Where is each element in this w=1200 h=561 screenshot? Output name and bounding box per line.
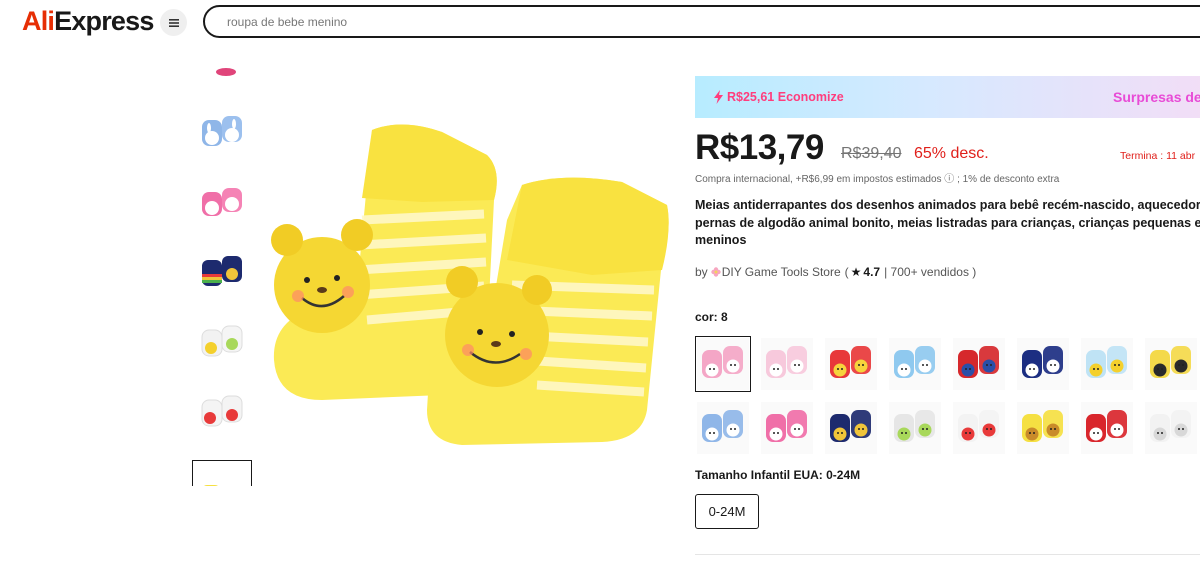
product-title-line: meninos <box>695 233 747 247</box>
thumbnail-1[interactable] <box>192 108 252 158</box>
lightning-icon <box>714 90 723 104</box>
color-label: cor: 8 <box>695 310 728 324</box>
star-icon: ★ <box>850 265 862 279</box>
color-swatch[interactable] <box>1015 336 1071 392</box>
thumbnail-4[interactable] <box>192 318 252 368</box>
menu-button[interactable] <box>160 9 187 36</box>
sock-swatch-image <box>1017 338 1069 390</box>
sold-count: | 700+ vendidos ) <box>884 265 977 279</box>
color-swatch-grid <box>695 336 1200 456</box>
color-swatch[interactable] <box>951 336 1007 392</box>
search-input[interactable] <box>205 7 1105 36</box>
thumbnail-6-selected[interactable] <box>192 460 252 486</box>
sock-swatch-image <box>1145 338 1197 390</box>
hamburger-icon <box>168 18 179 27</box>
color-swatch[interactable] <box>1143 336 1199 392</box>
sock-swatch-image <box>953 402 1005 454</box>
product-title-line: pernas de algodão animal bonito, meias l… <box>695 215 1200 230</box>
thumbnail-5[interactable] <box>192 388 252 438</box>
savings-badge: R$25,61 Economize <box>713 90 844 104</box>
sock-swatch-image <box>825 402 877 454</box>
sock-swatch-image <box>1081 402 1133 454</box>
color-swatch[interactable] <box>823 336 879 392</box>
thumbnail-3[interactable] <box>192 248 252 298</box>
color-swatch[interactable] <box>887 400 943 456</box>
color-swatch[interactable] <box>695 400 751 456</box>
divider <box>695 554 1200 555</box>
sock-thumbnail-image <box>216 68 236 76</box>
size-option-button[interactable]: 0-24M <box>695 494 759 529</box>
thumbnail-list[interactable] <box>190 58 254 486</box>
store-flower-icon <box>710 267 721 277</box>
sock-swatch-image <box>761 402 813 454</box>
color-swatch[interactable] <box>823 400 879 456</box>
color-swatch[interactable] <box>1015 400 1071 456</box>
promo-banner[interactable]: R$25,61 Economize Surpresas de <box>695 76 1200 118</box>
sock-thumbnail-image <box>201 325 243 357</box>
price-section: R$13,79 R$39,40 65% desc. Termina : 11 a… <box>695 128 1200 168</box>
sock-swatch-image <box>697 338 749 390</box>
deal-ends-text: Termina : 11 abr <box>1120 150 1196 162</box>
by-label: by <box>695 265 708 279</box>
main-product-image[interactable] <box>262 110 682 460</box>
sock-thumbnail-image <box>202 116 242 146</box>
paren: ( <box>844 265 849 279</box>
search-bar <box>203 5 1200 38</box>
sock-thumbnail-image <box>203 484 219 486</box>
sock-thumbnail-image <box>201 395 243 427</box>
original-price: R$39,40 <box>841 145 902 162</box>
color-swatch[interactable] <box>951 400 1007 456</box>
color-swatch[interactable] <box>887 336 943 392</box>
sock-thumbnail-image <box>202 188 242 216</box>
color-swatch[interactable] <box>1079 400 1135 456</box>
product-title: Meias antiderrapantes dos desenhos anima… <box>695 197 1200 250</box>
aliexpress-logo[interactable]: AliExpress <box>22 6 154 37</box>
sock-swatch-image <box>761 338 813 390</box>
sock-swatch-image <box>1145 402 1197 454</box>
sock-swatch-image <box>1017 402 1069 454</box>
current-price: R$13,79 <box>695 128 824 167</box>
sock-swatch-image <box>697 402 749 454</box>
promo-surprises-text: Surpresas de <box>1113 89 1200 105</box>
color-swatch[interactable] <box>1079 336 1135 392</box>
logo-prefix: Ali <box>22 6 55 36</box>
sock-swatch-image <box>1081 338 1133 390</box>
size-label: Tamanho Infantil EUA: 0-24M <box>695 468 861 482</box>
product-title-line: Meias antiderrapantes dos desenhos anima… <box>695 198 1200 212</box>
top-header: AliExpress <box>0 0 1200 44</box>
logo-suffix: Express <box>54 6 154 36</box>
color-swatch[interactable] <box>759 336 815 392</box>
store-rating: 4.7 <box>863 265 881 279</box>
sock-swatch-image <box>889 402 941 454</box>
tax-note: Compra internacional, +R$6,99 em imposto… <box>695 174 1060 185</box>
sock-swatch-image <box>953 338 1005 390</box>
sock-swatch-image <box>825 338 877 390</box>
store-name-link[interactable]: DIY Game Tools Store <box>722 265 841 279</box>
sock-swatch-image <box>889 338 941 390</box>
thumbnail-2[interactable] <box>192 178 252 228</box>
savings-text: R$25,61 Economize <box>727 90 844 104</box>
color-swatch[interactable] <box>759 400 815 456</box>
discount-percent: 65% desc. <box>914 145 989 162</box>
sock-thumbnail-image <box>202 256 242 286</box>
color-swatch[interactable] <box>1143 400 1199 456</box>
thumbnail-0[interactable] <box>192 58 252 78</box>
store-info: by DIY Game Tools Store ( ★ 4.7 | 700+ v… <box>695 265 976 279</box>
color-swatch-selected[interactable] <box>695 336 751 392</box>
